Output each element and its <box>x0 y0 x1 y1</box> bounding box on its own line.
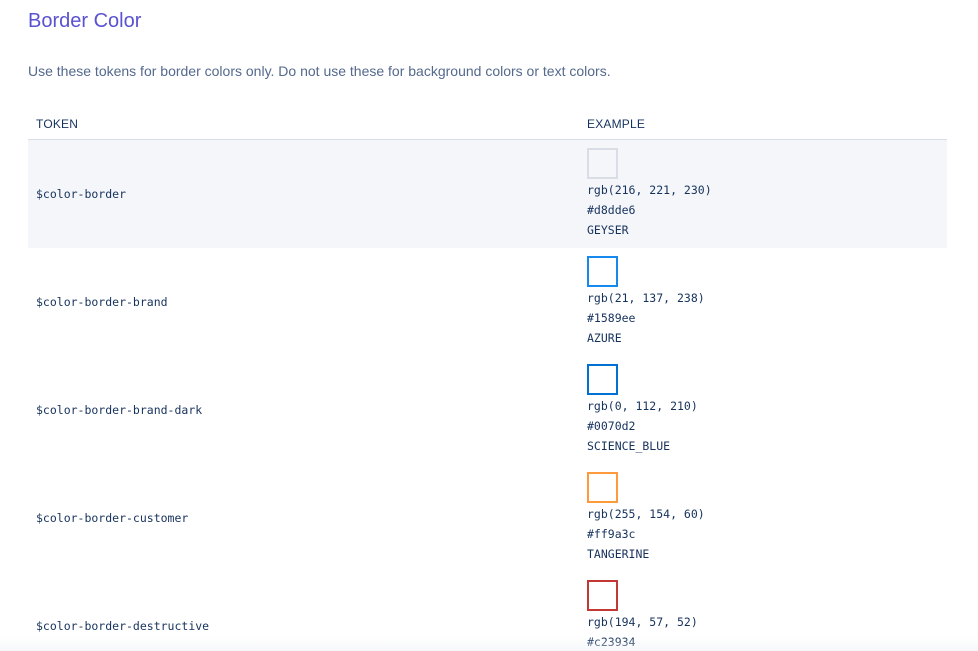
hex-value: #c23934 <box>587 635 636 649</box>
table-row: $color-border rgb(216, 221, 230) #d8dde6… <box>28 140 947 248</box>
color-name: AZURE <box>587 331 622 345</box>
color-name: SCIENCE_BLUE <box>587 439 671 453</box>
color-name: TANGERINE <box>587 547 650 561</box>
column-header-token: TOKEN <box>36 117 79 131</box>
rgb-value: rgb(216, 221, 230) <box>587 183 712 197</box>
section-title: Border Color <box>28 10 142 32</box>
rgb-value: rgb(194, 57, 52) <box>587 615 698 629</box>
token-name: $color-border-brand <box>36 295 168 309</box>
page: Border Color Use these tokens for border… <box>0 0 978 651</box>
color-name: GEYSER <box>587 223 629 237</box>
token-name: $color-border <box>36 187 127 201</box>
rgb-value: rgb(0, 112, 210) <box>587 399 698 413</box>
color-swatch <box>587 580 618 611</box>
table-row: $color-border-destructive rgb(194, 57, 5… <box>28 572 947 651</box>
token-name: $color-border-customer <box>36 511 189 525</box>
hex-value: #ff9a3c <box>587 527 636 541</box>
hex-value: #1589ee <box>587 311 636 325</box>
hex-value: #d8dde6 <box>587 203 636 217</box>
table-row: $color-border-brand rgb(21, 137, 238) #1… <box>28 248 947 356</box>
token-name: $color-border-destructive <box>36 619 210 633</box>
color-swatch <box>587 472 618 503</box>
tokens-table: TOKEN EXAMPLE $color-border rgb(216, 221… <box>28 105 947 651</box>
token-name: $color-border-brand-dark <box>36 403 203 417</box>
table-header: TOKEN EXAMPLE <box>28 105 947 140</box>
rgb-value: rgb(255, 154, 60) <box>587 507 705 521</box>
table-row: $color-border-brand-dark rgb(0, 112, 210… <box>28 356 947 464</box>
hex-value: #0070d2 <box>587 419 636 433</box>
section-description: Use these tokens for border colors only.… <box>28 63 611 79</box>
column-header-example: EXAMPLE <box>587 117 646 131</box>
color-swatch <box>587 256 618 287</box>
color-swatch <box>587 148 618 179</box>
rgb-value: rgb(21, 137, 238) <box>587 291 705 305</box>
table-row: $color-border-customer rgb(255, 154, 60)… <box>28 464 947 572</box>
color-swatch <box>587 364 618 395</box>
